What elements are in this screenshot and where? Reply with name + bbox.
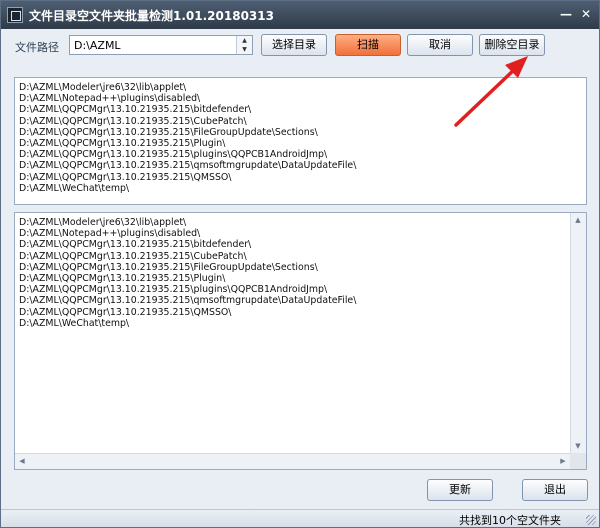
list-item[interactable]: D:\AZML\QQPCMgr\13.10.21935.215\FileGrou…: [19, 262, 356, 273]
list-item[interactable]: D:\AZML\QQPCMgr\13.10.21935.215\qmsoftmg…: [19, 160, 356, 171]
list-item[interactable]: D:\AZML\QQPCMgr\13.10.21935.215\plugins\…: [19, 284, 356, 295]
list-item[interactable]: D:\AZML\QQPCMgr\13.10.21935.215\QMSSO\: [19, 307, 356, 318]
list-item[interactable]: D:\AZML\Notepad++\plugins\disabled\: [19, 93, 356, 104]
path-combo[interactable]: ▲ ▼: [69, 35, 253, 55]
top-result-list[interactable]: D:\AZML\Modeler\jre6\32\lib\applet\ D:\A…: [14, 77, 587, 205]
scroll-down-icon[interactable]: ▼: [571, 439, 585, 453]
exit-button[interactable]: 退出: [522, 479, 588, 501]
horizontal-scrollbar[interactable]: ◀ ▶: [15, 453, 570, 469]
scroll-left-icon[interactable]: ◀: [15, 454, 29, 468]
bottom-list-items: D:\AZML\Modeler\jre6\32\lib\applet\ D:\A…: [19, 217, 356, 329]
list-item[interactable]: D:\AZML\QQPCMgr\13.10.21935.215\bitdefen…: [19, 104, 356, 115]
select-dir-button[interactable]: 选择目录: [261, 34, 327, 56]
list-item[interactable]: D:\AZML\WeChat\temp\: [19, 318, 356, 329]
bottom-result-list[interactable]: D:\AZML\Modeler\jre6\32\lib\applet\ D:\A…: [14, 212, 587, 470]
list-item[interactable]: D:\AZML\QQPCMgr\13.10.21935.215\QMSSO\: [19, 172, 356, 183]
list-item[interactable]: D:\AZML\QQPCMgr\13.10.21935.215\Plugin\: [19, 273, 356, 284]
status-text: 共找到10个空文件夹: [459, 514, 561, 527]
list-item[interactable]: D:\AZML\QQPCMgr\13.10.21935.215\plugins\…: [19, 149, 356, 160]
top-list-items: D:\AZML\Modeler\jre6\32\lib\applet\ D:\A…: [19, 82, 356, 194]
scroll-right-icon[interactable]: ▶: [556, 454, 570, 468]
list-item[interactable]: D:\AZML\QQPCMgr\13.10.21935.215\CubePatc…: [19, 251, 356, 262]
app-icon: [7, 7, 23, 23]
spin-up-icon[interactable]: ▲: [237, 36, 252, 45]
scan-button[interactable]: 扫描: [335, 34, 401, 56]
window-title: 文件目录空文件夹批量检测1.01.20180313: [29, 9, 274, 23]
vertical-scrollbar[interactable]: ▲ ▼: [570, 213, 586, 453]
list-item[interactable]: D:\AZML\Modeler\jre6\32\lib\applet\: [19, 217, 356, 228]
spin-down-icon[interactable]: ▼: [237, 45, 252, 54]
app-window: 文件目录空文件夹批量检测1.01.20180313 — ✕ 文件路径 ▲ ▼ 选…: [0, 0, 600, 528]
title-bar[interactable]: 文件目录空文件夹批量检测1.01.20180313 — ✕: [1, 1, 599, 29]
refresh-button[interactable]: 更新: [427, 479, 493, 501]
list-item[interactable]: D:\AZML\WeChat\temp\: [19, 183, 356, 194]
list-item[interactable]: D:\AZML\QQPCMgr\13.10.21935.215\FileGrou…: [19, 127, 356, 138]
delete-empty-dirs-button[interactable]: 删除空目录: [479, 34, 545, 56]
path-input[interactable]: [70, 36, 236, 54]
close-icon[interactable]: ✕: [579, 7, 593, 21]
resize-grip-icon[interactable]: [586, 515, 596, 525]
list-item[interactable]: D:\AZML\QQPCMgr\13.10.21935.215\Plugin\: [19, 138, 356, 149]
path-spinner[interactable]: ▲ ▼: [236, 36, 252, 54]
cancel-button[interactable]: 取消: [407, 34, 473, 56]
scrollbar-corner: [570, 453, 586, 469]
list-item[interactable]: D:\AZML\Modeler\jre6\32\lib\applet\: [19, 82, 356, 93]
scroll-up-icon[interactable]: ▲: [571, 213, 585, 227]
minimize-icon[interactable]: —: [559, 7, 573, 21]
path-label: 文件路径: [15, 41, 59, 54]
status-bar: 共找到10个空文件夹: [1, 509, 599, 527]
list-item[interactable]: D:\AZML\Notepad++\plugins\disabled\: [19, 228, 356, 239]
list-item[interactable]: D:\AZML\QQPCMgr\13.10.21935.215\CubePatc…: [19, 116, 356, 127]
list-item[interactable]: D:\AZML\QQPCMgr\13.10.21935.215\bitdefen…: [19, 239, 356, 250]
list-item[interactable]: D:\AZML\QQPCMgr\13.10.21935.215\qmsoftmg…: [19, 295, 356, 306]
